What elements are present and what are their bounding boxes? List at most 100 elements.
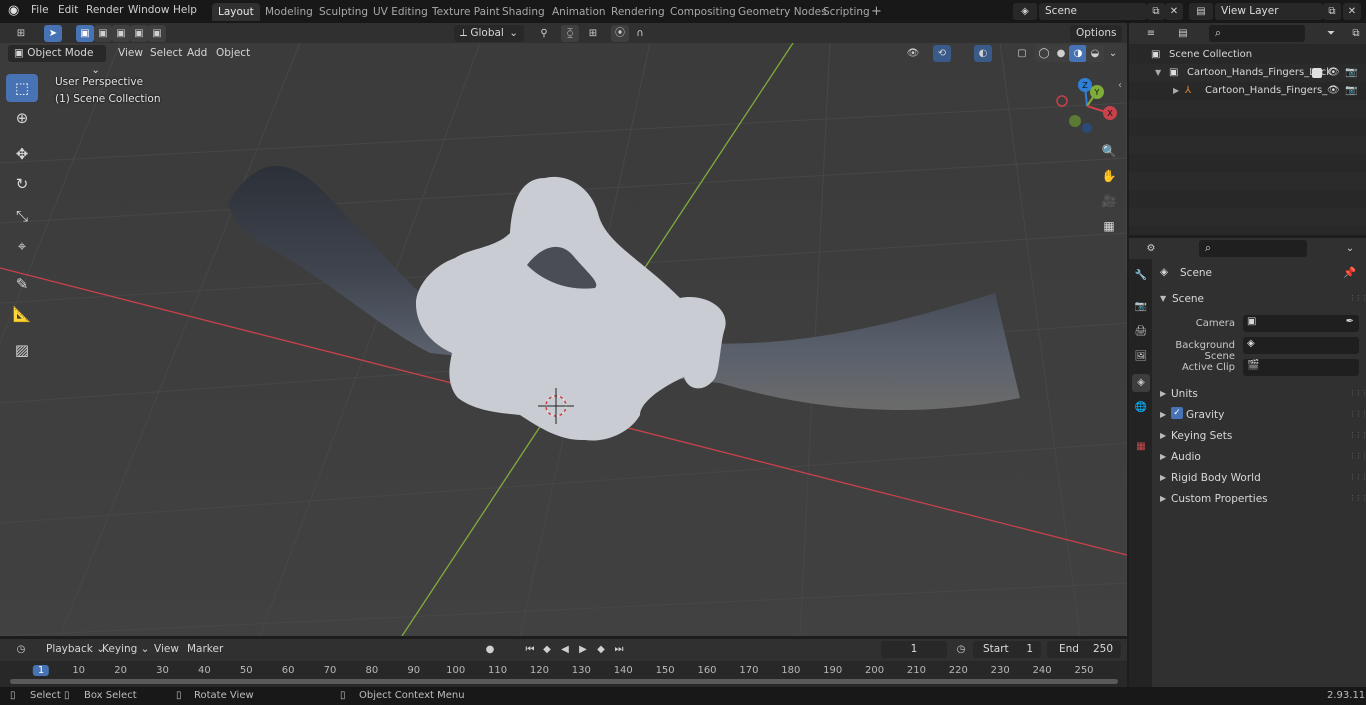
exclude-checkbox-icon[interactable] [1312,68,1322,78]
editor-type-icon[interactable]: ⊞ [8,25,34,42]
drag-handle-icon[interactable]: ⋮⋮⋮⋮ [1349,294,1366,302]
snap-target-icon[interactable]: ⊞ [581,25,605,42]
gizmo-neg-x[interactable] [1056,95,1068,107]
menu-file[interactable]: File [31,4,49,16]
keying-sets-expand-chevron-icon[interactable]: ▶ [1160,431,1166,440]
add-workspace-icon[interactable]: + [871,4,882,19]
solid-shading-icon[interactable]: ● [1052,45,1070,62]
play-reverse-icon[interactable]: ◀ [556,641,574,658]
scene-panel-title[interactable]: Scene [1172,293,1204,305]
gizmo-neg-z[interactable] [1082,123,1092,133]
xray-toggle-icon[interactable]: ▢ [1013,45,1031,62]
tab-modeling[interactable]: Modeling [259,3,319,21]
audio-expand-chevron-icon[interactable]: ▶ [1160,452,1166,461]
rigid-body-expand-chevron-icon[interactable]: ▶ [1160,473,1166,482]
view-layer-selector-icon[interactable]: ▤ [1189,3,1213,20]
camera-field[interactable]: ▣ ✒ [1243,315,1359,332]
pin-icon[interactable]: 📌 [1343,266,1356,279]
auto-keying-icon[interactable]: ● [481,641,499,658]
jump-to-keyframe-next-icon[interactable]: ◆ [592,641,610,658]
panel-collapse-chevron-icon[interactable]: ▼ [1160,294,1166,303]
drag-handle-icon[interactable]: ⋮⋮⋮⋮ [1349,410,1366,418]
annotate-tool-icon[interactable]: ✎ [6,270,38,298]
preview-range-icon[interactable]: ◷ [952,641,970,658]
menu-render[interactable]: Render [86,4,123,16]
measure-tool-icon[interactable]: 📐 [6,300,38,328]
tab-layout[interactable]: Layout [212,3,260,21]
new-scene-icon[interactable]: ⧉ [1147,3,1165,20]
new-view-layer-icon[interactable]: ⧉ [1323,3,1341,20]
marker-menu[interactable]: Marker [181,641,229,658]
camera-view-icon[interactable]: 🎥 [1098,190,1120,212]
sidebar-toggle-chevron-icon[interactable]: ‹ [1118,80,1122,91]
eyedropper-icon[interactable]: ✒ [1346,316,1354,327]
show-overlays-icon[interactable]: ◐ [974,45,992,62]
active-clip-field[interactable]: 🎬 [1243,359,1359,376]
properties-editor-type-icon[interactable]: ⚙ [1139,240,1163,257]
shading-options-chevron-icon[interactable]: ⌄ [1104,45,1122,62]
cursor-tool-icon[interactable]: ⊕ [6,104,38,132]
select-tool-icon[interactable]: ➤ [44,25,62,42]
select-mode-extend-icon[interactable]: ▣ [94,25,112,42]
mode-dropdown[interactable]: ▣ Object Mode ⌄ [8,45,106,76]
tool-tab-icon[interactable]: 🔧 [1132,267,1150,285]
end-frame-field[interactable]: End 250 [1047,641,1121,658]
gizmo-neg-y[interactable] [1069,115,1081,127]
scene-name-field[interactable]: Scene [1039,3,1147,20]
blender-logo-icon[interactable]: ◉ [8,3,24,19]
play-icon[interactable]: ▶ [574,641,592,658]
timeline-scrollbar[interactable] [10,679,1118,684]
expand-chevron-icon[interactable]: ▶ [1173,82,1179,100]
pivot-point-icon[interactable]: ⚲ [532,25,556,42]
eye-icon[interactable]: 👁 [1327,82,1340,100]
delete-view-layer-icon[interactable]: ✕ [1343,3,1361,20]
tab-animation[interactable]: Animation [546,3,612,21]
units-section[interactable]: Units [1171,388,1198,400]
3d-viewport[interactable]: User Perspective (1) Scene Collection [0,43,1127,636]
tab-scripting[interactable]: Scripting [817,3,876,21]
proportional-edit-icon[interactable]: ⦿ [611,25,629,42]
drag-handle-icon[interactable]: ⋮⋮⋮⋮ [1349,389,1366,397]
menu-help[interactable]: Help [173,4,197,16]
tab-sculpting[interactable]: Sculpting [313,3,374,21]
outliner-editor-type-icon[interactable]: ≡ [1139,25,1163,42]
start-frame-field[interactable]: Start 1 [973,641,1041,658]
show-gizmo-icon[interactable]: ⟲ [933,45,951,62]
view-layer-tab-icon[interactable]: 🖼 [1132,348,1150,366]
tab-texture-paint[interactable]: Texture Paint [426,3,506,21]
rendered-shading-icon[interactable]: ◒ [1086,45,1104,62]
gravity-expand-chevron-icon[interactable]: ▶ [1160,410,1166,419]
rotate-tool-icon[interactable]: ↻ [6,170,38,198]
snap-toggle-icon[interactable]: ⧲ [561,25,579,42]
keying-menu[interactable]: Keying ⌄ [96,641,155,658]
visibility-filter-icon[interactable]: 👁 [904,45,922,62]
menu-add[interactable]: Add [181,45,213,62]
select-box-tool-icon[interactable]: ⬚ [6,74,38,102]
drag-handle-icon[interactable]: ⋮⋮⋮⋮ [1349,473,1366,481]
audio-section[interactable]: Audio [1171,451,1201,463]
outliner-filter-icon[interactable]: ⏷ [1319,25,1343,42]
select-mode-invert-icon[interactable]: ▣ [130,25,148,42]
outliner-search-input[interactable]: ⌕ [1209,25,1305,42]
custom-properties-expand-chevron-icon[interactable]: ▶ [1160,494,1166,503]
pan-hand-icon[interactable]: ✋ [1098,165,1120,187]
move-tool-icon[interactable]: ✥ [6,140,38,168]
current-frame-field[interactable]: 1 [881,641,947,658]
drag-handle-icon[interactable]: ⋮⋮⋮⋮ [1349,431,1366,439]
navigation-gizmo[interactable]: Z Y X [1052,76,1122,136]
current-frame-marker[interactable]: 1 [32,665,50,676]
timeline-editor-type-icon[interactable]: ◷ [8,641,34,658]
outliner-row-scene-collection[interactable]: ▣ Scene Collection [1129,46,1366,64]
keying-sets-section[interactable]: Keying Sets [1171,430,1232,442]
eye-icon[interactable]: 👁 [1327,64,1340,82]
scene-tab-icon[interactable]: ◈ [1132,374,1150,392]
output-tab-icon[interactable]: 🖨 [1132,323,1150,341]
expand-chevron-icon[interactable]: ▼ [1155,64,1161,82]
properties-search-input[interactable]: ⌕ [1199,240,1307,257]
transform-orientation-dropdown[interactable]: ⟂ Global ⌄ [454,25,524,42]
menu-window[interactable]: Window [128,4,169,16]
delete-scene-icon[interactable]: ✕ [1165,3,1183,20]
menu-object[interactable]: Object [210,45,256,62]
menu-edit[interactable]: Edit [58,4,78,16]
jump-to-keyframe-prev-icon[interactable]: ◆ [538,641,556,658]
